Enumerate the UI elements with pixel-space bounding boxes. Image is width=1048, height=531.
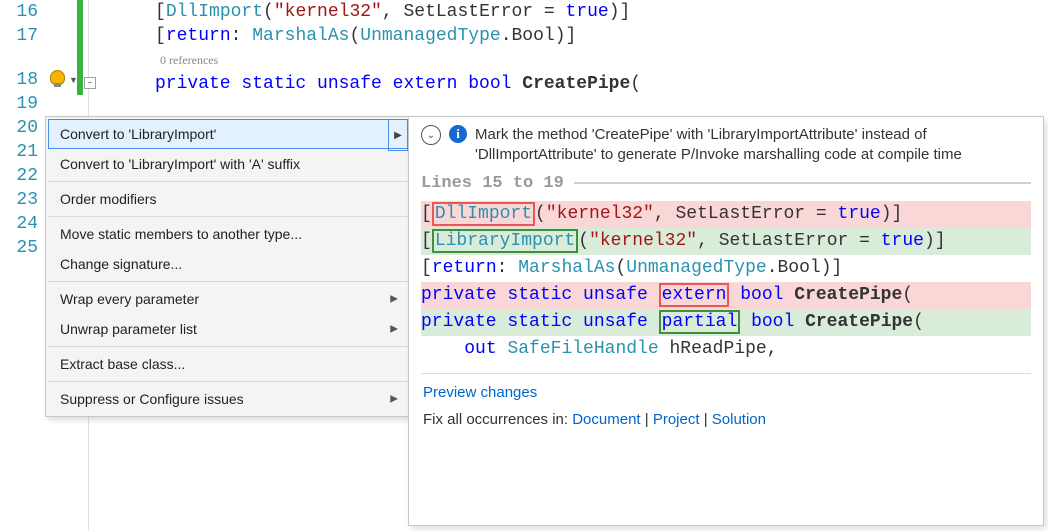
menu-separator (48, 346, 408, 347)
menu-item-label: Change signature... (60, 256, 182, 272)
menu-separator (48, 281, 408, 282)
menu-separator (48, 216, 408, 217)
menu-item-order-modifiers[interactable]: Order modifiers (48, 184, 408, 214)
quick-action-preview: ⌄ i Mark the method 'CreatePipe' with 'L… (408, 116, 1044, 526)
info-icon: i (449, 125, 467, 143)
code-line[interactable]: [DllImport("kernel32", SetLastError = tr… (95, 0, 1048, 24)
submenu-arrow-icon: ▶ (390, 324, 398, 335)
line-number: 23 (0, 188, 42, 212)
line-number: 20 (0, 116, 42, 140)
menu-item-label: Unwrap parameter list (60, 321, 197, 337)
preview-message: Mark the method 'CreatePipe' with 'Libra… (475, 125, 1031, 166)
line-number: 22 (0, 164, 42, 188)
diff-removed-line: private static unsafe extern bool Create… (421, 282, 1031, 309)
fix-all-label: Fix all occurrences in: (423, 411, 572, 428)
menu-item-label: Extract base class... (60, 356, 185, 372)
line-number: 16 (0, 0, 42, 24)
lightbulb-icon (50, 70, 66, 90)
menu-separator (48, 181, 408, 182)
submenu-arrow-icon[interactable]: ▶ (388, 119, 408, 151)
diff-context-line: out SafeFileHandle hReadPipe, (421, 336, 1031, 363)
watermark: DotNet NB (896, 495, 1036, 521)
code-line[interactable]: [return: MarshalAs(UnmanagedType.Bool)] (95, 24, 1048, 48)
line-number: 25 (0, 236, 42, 260)
line-number-gutter: 16 17 18 19 20 21 22 23 24 25 (0, 0, 42, 260)
diff-removed-line: [DllImport("kernel32", SetLastError = tr… (421, 201, 1031, 228)
menu-item-unwrap-params[interactable]: Unwrap parameter list ▶ (48, 314, 408, 344)
fix-document-link[interactable]: Document (572, 411, 640, 428)
collapse-icon[interactable]: ⌄ (421, 125, 441, 145)
menu-item-move-static[interactable]: Move static members to another type... (48, 219, 408, 249)
code-line[interactable]: private static unsafe extern bool Create… (95, 72, 1048, 96)
diff-added-line: [LibraryImport("kernel32", SetLastError … (421, 228, 1031, 255)
menu-item-wrap-params[interactable]: Wrap every parameter ▶ (48, 284, 408, 314)
preview-actions: Preview changes Fix all occurrences in: … (409, 374, 1043, 436)
code-editor[interactable]: [DllImport("kernel32", SetLastError = tr… (95, 0, 1048, 96)
codelens-references[interactable]: 0 references (95, 48, 1048, 72)
menu-item-label: Move static members to another type... (60, 226, 302, 242)
menu-item-extract-base[interactable]: Extract base class... (48, 349, 408, 379)
menu-item-label: Wrap every parameter (60, 291, 199, 307)
diff-view: [DllImport("kernel32", SetLastError = tr… (409, 201, 1043, 365)
diff-context-line: [return: MarshalAs(UnmanagedType.Bool)] (421, 255, 1031, 282)
line-number: 19 (0, 92, 42, 116)
menu-item-label: Convert to 'LibraryImport' (60, 126, 216, 142)
dropdown-caret-icon: ▼ (69, 75, 78, 85)
menu-item-label: Order modifiers (60, 191, 156, 207)
menu-item-convert-libraryimport[interactable]: Convert to 'LibraryImport' ▶ (48, 119, 408, 149)
menu-item-convert-libraryimport-a[interactable]: Convert to 'LibraryImport' with 'A' suff… (48, 149, 408, 179)
line-number: 17 (0, 24, 42, 48)
menu-item-change-signature[interactable]: Change signature... (48, 249, 408, 279)
diff-added-line: private static unsafe partial bool Creat… (421, 309, 1031, 336)
fix-project-link[interactable]: Project (653, 411, 700, 428)
lightbulb-quick-actions[interactable]: ▼ (50, 68, 80, 92)
line-number: 21 (0, 140, 42, 164)
watermark-icon (896, 496, 920, 520)
preview-header: ⌄ i Mark the method 'CreatePipe' with 'L… (409, 117, 1043, 170)
quick-actions-menu: Convert to 'LibraryImport' ▶ Convert to … (45, 116, 411, 417)
menu-separator (48, 381, 408, 382)
preview-range: Lines 15 to 19 (409, 170, 1043, 201)
menu-item-label: Suppress or Configure issues (60, 391, 244, 407)
menu-item-label: Convert to 'LibraryImport' with 'A' suff… (60, 156, 300, 172)
fix-solution-link[interactable]: Solution (712, 411, 766, 428)
menu-item-suppress[interactable]: Suppress or Configure issues ▶ (48, 384, 408, 414)
line-number: 18 (0, 68, 42, 92)
line-number: 24 (0, 212, 42, 236)
submenu-arrow-icon: ▶ (390, 294, 398, 305)
submenu-arrow-icon: ▶ (390, 394, 398, 405)
preview-changes-link[interactable]: Preview changes (423, 384, 537, 401)
